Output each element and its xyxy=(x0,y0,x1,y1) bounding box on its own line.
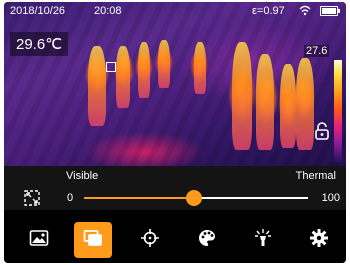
visible-label: Visible xyxy=(66,170,99,182)
lock-icon[interactable] xyxy=(314,122,330,145)
center-spot-marker xyxy=(106,62,116,72)
bottom-toolbar xyxy=(4,216,346,263)
slider-max-label: 100 xyxy=(321,192,340,204)
thermal-camera-screen: 2018/10/26 20:08 ε=0.97 29.6℃ 27.6 Visib… xyxy=(4,2,346,263)
crosshair-icon xyxy=(140,228,160,253)
blend-slider-thumb[interactable] xyxy=(185,190,202,206)
slider-min-label: 0 xyxy=(67,192,74,204)
center-temperature: 29.6℃ xyxy=(10,32,69,56)
blend-slider-track[interactable] xyxy=(84,190,308,206)
measurement-button[interactable] xyxy=(131,222,169,258)
palette-icon xyxy=(197,228,217,253)
gear-icon xyxy=(309,228,329,253)
flashlight-button[interactable] xyxy=(244,222,282,258)
settings-button[interactable] xyxy=(300,222,338,258)
thermal-viewport[interactable]: 2018/10/26 20:08 ε=0.97 29.6℃ 27.6 xyxy=(4,2,346,166)
status-time: 20:08 xyxy=(94,5,122,17)
blend-slider-fill xyxy=(84,197,194,199)
gallery-button[interactable] xyxy=(20,222,58,258)
image-icon xyxy=(29,229,49,252)
color-scale-bar xyxy=(334,60,342,162)
picture-in-picture-icon xyxy=(83,229,103,252)
palette-button[interactable] xyxy=(188,222,226,258)
scale-max-temperature: 27.6 xyxy=(304,45,330,57)
picture-in-picture-button[interactable] xyxy=(74,222,112,258)
status-date: 2018/10/26 xyxy=(10,5,66,17)
battery-icon xyxy=(320,6,340,16)
blend-slider-panel: Visible Thermal 0 100 xyxy=(4,166,346,210)
flashlight-icon xyxy=(253,228,273,253)
image-fit-icon[interactable] xyxy=(22,188,42,213)
emissivity-value: ε=0.97 xyxy=(252,5,285,17)
thermal-label: Thermal xyxy=(295,170,336,182)
status-bar: 2018/10/26 20:08 ε=0.97 xyxy=(4,2,346,20)
wifi-icon xyxy=(299,5,311,19)
